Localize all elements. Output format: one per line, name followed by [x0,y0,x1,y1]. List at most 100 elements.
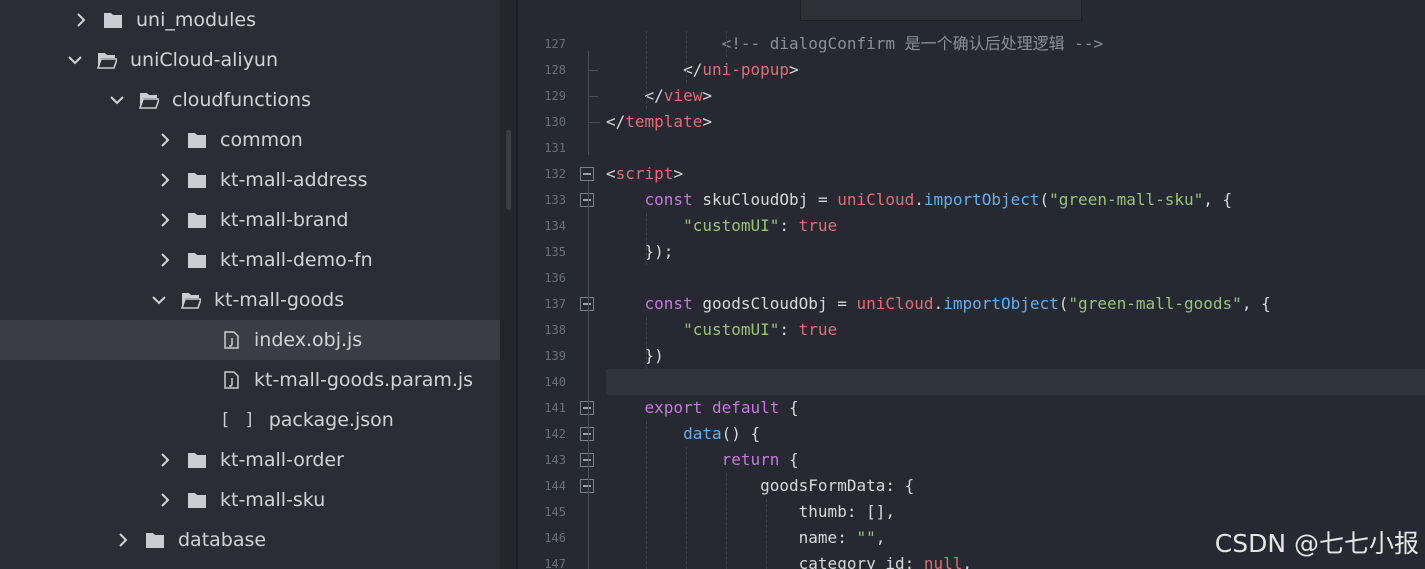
code-line[interactable]: name: "", [606,525,886,551]
line-number: 136 [544,271,566,285]
fold-toggle-icon[interactable] [580,427,594,441]
tree-item-label: kt-mall-goods.param.js [254,369,474,391]
tree-item-label: kt-mall-goods [214,289,345,311]
line-number: 138 [544,323,566,337]
folder-icon [186,130,208,150]
line-number: 143 [544,453,566,467]
code-line[interactable]: goodsFormData: { [606,473,914,499]
code-line[interactable]: category_id: null, [606,551,972,569]
file-explorer: uni_modules uniCloud-aliyun cloudfunctions… [0,0,516,569]
chevron-right-icon[interactable] [156,251,174,269]
folder-item[interactable]: kt-mall-sku [0,480,516,520]
chevron-down-icon[interactable] [66,51,84,69]
line-number: 129 [544,89,566,103]
sidebar-scrollbar-thumb[interactable] [506,130,511,210]
file-item[interactable]: index.obj.js [0,320,516,360]
folder-open-icon [180,290,202,310]
folder-item[interactable]: cloudfunctions [0,80,516,120]
fold-toggle-icon[interactable] [580,479,594,493]
folder-item[interactable]: kt-mall-brand [0,200,516,240]
tree-item-label: kt-mall-brand [220,209,349,231]
folder-icon [144,530,166,550]
chevron-right-icon[interactable] [156,211,174,229]
indent-guide [726,473,727,569]
code-line[interactable]: export default { [606,395,799,421]
code-line[interactable]: thumb: [], [606,499,895,525]
indent-guide [646,31,647,109]
fold-range-line [588,181,589,569]
line-number: 146 [544,531,566,545]
folder-item[interactable]: kt-mall-address [0,160,516,200]
tree-item-label: kt-mall-address [220,169,368,191]
folder-item[interactable]: common [0,120,516,160]
chevron-down-icon[interactable] [108,91,126,109]
code-line[interactable]: "customUI": true [606,317,837,343]
tree-item-label: package.json [268,409,394,431]
folder-item[interactable]: kt-mall-demo-fn [0,240,516,280]
line-number: 130 [544,115,566,129]
line-number: 145 [544,505,566,519]
code-line[interactable]: }) [606,343,664,369]
chevron-right-icon[interactable] [156,491,174,509]
folder-icon [186,170,208,190]
folder-icon [186,250,208,270]
tree-item-label: kt-mall-demo-fn [220,249,373,271]
line-number: 131 [544,141,566,155]
code-line[interactable]: const goodsCloudObj = uniCloud.importObj… [606,291,1271,317]
folder-item[interactable]: uniCloud-aliyun [0,40,516,80]
file-item[interactable]: kt-mall-goods.param.js [0,360,516,400]
line-number: 127 [544,37,566,51]
indent-guide [766,499,767,569]
fold-toggle-icon[interactable] [580,193,594,207]
tree-item-label: index.obj.js [254,329,363,351]
code-line[interactable]: <!-- dialogConfirm 是一个确认后处理逻辑 --> [606,31,1104,57]
fold-toggle-icon[interactable] [580,401,594,415]
chevron-right-icon[interactable] [72,11,90,29]
code-line[interactable]: <script> [606,161,683,187]
tree-item-label: kt-mall-sku [220,489,326,511]
chevron-right-icon[interactable] [156,131,174,149]
fold-toggle-icon[interactable] [580,297,594,311]
code-line[interactable]: data() { [606,421,760,447]
file-item[interactable]: [ ] package.json [0,400,516,440]
folder-icon [186,490,208,510]
js-file-icon [220,330,242,350]
line-number: 137 [544,297,566,311]
code-line[interactable]: </view> [606,83,712,109]
fold-end-marker [588,70,598,71]
fold-end-marker [588,122,600,123]
folder-item[interactable]: uni_modules [0,0,516,40]
code-line[interactable]: "customUI": true [606,213,837,239]
chevron-right-icon[interactable] [114,531,132,549]
folder-item[interactable]: kt-mall-order [0,440,516,480]
line-number: 139 [544,349,566,363]
chevron-right-icon[interactable] [156,451,174,469]
code-line[interactable]: </uni-popup> [606,57,799,83]
code-editor[interactable]: 127 128 129 130 131 132 133 134 135 136 137 138 139 1… [518,0,1425,569]
line-number: 128 [544,63,566,77]
chevron-right-icon[interactable] [156,171,174,189]
line-number: 147 [544,557,566,569]
code-line[interactable]: </template> [606,109,712,135]
editor-tab[interactable] [800,0,1082,21]
indent-guide [646,213,647,265]
tree-item-label: database [178,529,267,551]
code-line[interactable]: return { [606,447,799,473]
line-number: 140 [544,375,566,389]
line-number: 134 [544,219,566,233]
tree-item-label: kt-mall-order [220,449,344,471]
sidebar-scrollbar-track[interactable] [500,0,516,569]
tree-item-label: cloudfunctions [172,89,311,111]
line-number: 133 [544,193,566,207]
line-number: 141 [544,401,566,415]
line-number: 142 [544,427,566,441]
line-number: 132 [544,167,566,181]
folder-item[interactable]: database [0,520,516,560]
code-line[interactable]: const skuCloudObj = uniCloud.importObjec… [606,187,1233,213]
chevron-down-icon[interactable] [150,291,168,309]
folder-item[interactable]: kt-mall-goods [0,280,516,320]
fold-toggle-icon[interactable] [580,453,594,467]
code-line[interactable]: }); [606,239,674,265]
fold-toggle-icon[interactable] [580,167,594,181]
json-file-icon: [ ] [220,410,257,430]
